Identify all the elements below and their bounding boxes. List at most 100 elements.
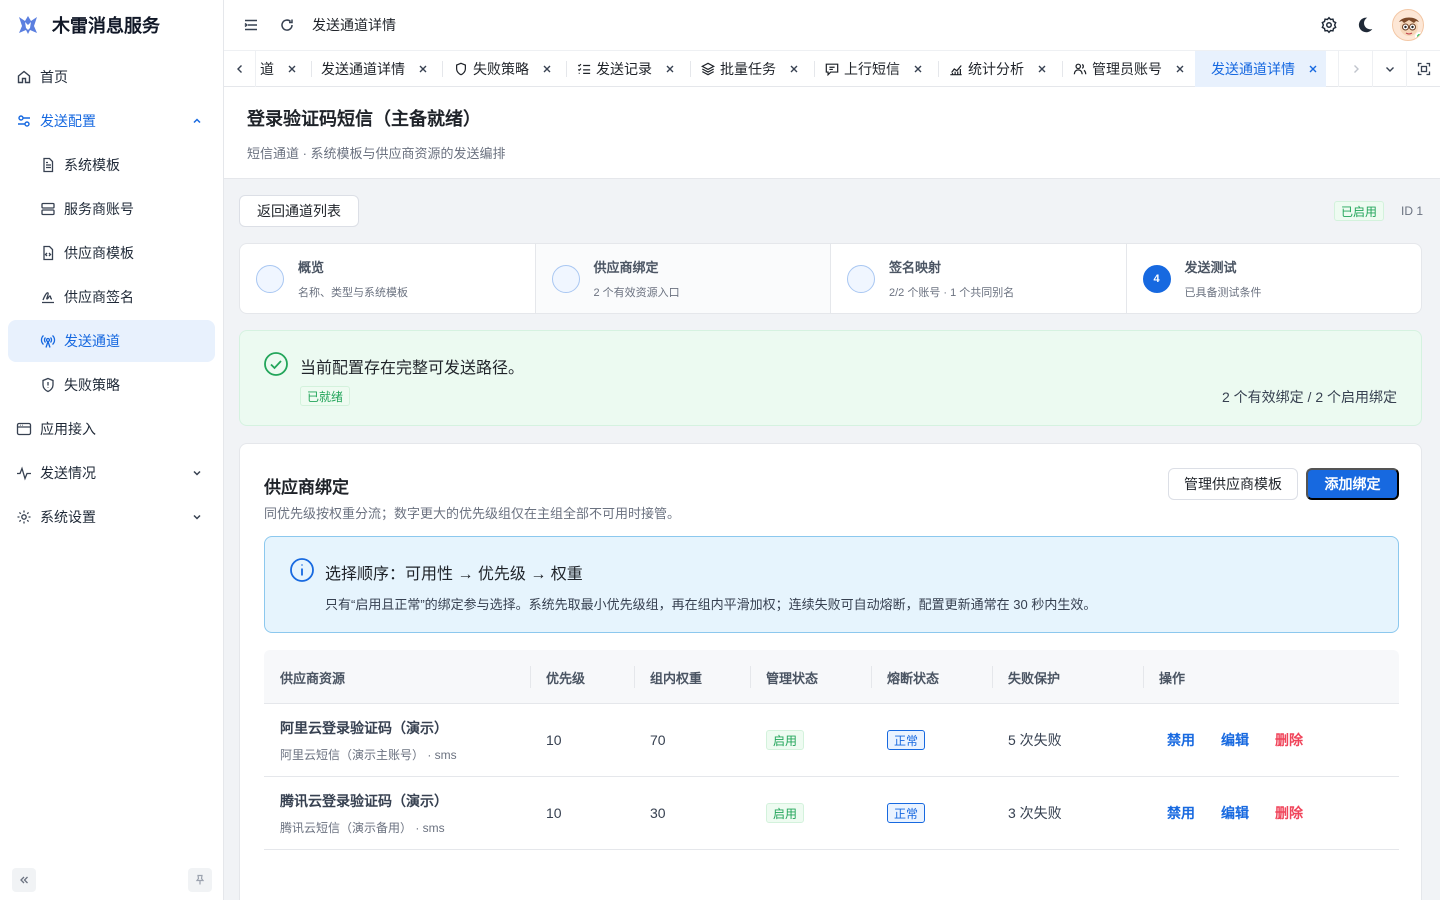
sidebar-item-label: 发送情况 [40,465,96,481]
disable-link[interactable]: 禁用 [1167,803,1195,823]
status-badge: 正常 [887,730,926,750]
tab-statistics[interactable]: 统计分析 [949,51,1047,87]
chevron-up-icon [191,115,203,127]
menu-icon[interactable] [240,14,262,36]
sidebar-item-system-template[interactable]: 系统模板 [8,144,215,186]
tab-send-records[interactable]: 发送记录 [577,51,675,87]
sidebar-item-failure-policy[interactable]: 失败策略 [8,364,215,406]
tab-divider [566,61,567,77]
column-divider [1143,666,1144,688]
tab-scroll-right-button[interactable] [1338,51,1372,87]
tab-menu-button[interactable] [1372,51,1406,87]
tab-divider [814,61,815,77]
double-chevron-left-icon [18,874,30,886]
resource-sub: 阿里云短信（演示主账号） · sms [280,747,457,762]
file-code-icon [40,245,56,261]
step-title: 签名映射 [889,260,942,275]
sidebar-item-provider-template[interactable]: 供应商模板 [8,232,215,274]
close-icon[interactable] [665,64,675,74]
tab-admin-accounts[interactable]: 管理员账号 [1073,51,1185,87]
collapse-sidebar-button[interactable] [12,868,36,892]
sidebar-item-send-config[interactable]: 发送配置 [8,100,215,142]
manage-provider-template-button[interactable]: 管理供应商模板 [1168,468,1298,500]
tab-label: 发送通道详情 [321,61,405,77]
step-desc: 已具备测试条件 [1184,287,1262,299]
shield-icon [40,377,56,393]
close-icon[interactable] [1175,64,1185,74]
shield-icon [454,62,468,76]
tab-inbound-sms[interactable]: 上行短信 [825,51,923,87]
tab-truncated[interactable]: 道 [260,51,297,87]
step-overview-basic[interactable]: 概览 名称、类型与系统模板 [240,244,536,313]
sidebar-item-label: 系统模板 [64,157,120,173]
close-icon[interactable] [542,64,552,74]
edit-link[interactable]: 编辑 [1221,730,1249,750]
sidebar: 木雷消息服务 首页 发送配置 系统模板 服务商账号 供应商模板 供应商签名 发送… [0,0,224,900]
sidebar-item-send-status[interactable]: 发送情况 [8,452,215,494]
step-title: 发送测试 [1184,260,1237,275]
selection-order-info: 选择顺序：可用性 → 优先级 → 权重 只有“启用且正常”的绑定参与选择。系统先… [264,536,1399,633]
fullscreen-button[interactable] [1406,51,1440,87]
sidebar-item-label: 发送配置 [40,113,96,129]
status-badge: 启用 [766,730,805,750]
close-icon[interactable] [789,64,799,74]
activity-icon [16,465,32,481]
avatar[interactable] [1392,9,1424,41]
tab-label: 道 [260,61,274,77]
tab-batch-tasks[interactable]: 批量任务 [701,51,799,87]
add-binding-button[interactable]: 添加绑定 [1306,468,1399,500]
pin-sidebar-button[interactable] [188,868,212,892]
document-icon [40,157,56,173]
edit-link[interactable]: 编辑 [1221,803,1249,823]
section-subtitle: 同优先级按权重分流；数字更大的优先级组仅在主组全部不可用时接管。 [264,506,681,521]
step-overview: 概览 名称、类型与系统模板 供应商绑定 2 个有效资源入口 签名映射 2/2 个账号 … [239,243,1422,314]
back-to-list-button[interactable]: 返回通道列表 [239,195,359,227]
column-header: 组内权重 [650,670,703,686]
step-desc: 名称、类型与系统模板 [298,287,408,299]
tab-divider [690,61,691,77]
dark-mode-icon[interactable] [1356,16,1374,34]
tab-scroll-left-button[interactable] [224,51,256,87]
sidebar-item-label: 应用接入 [40,421,96,437]
step-desc: 2 个有效资源入口 [593,287,680,299]
tab-tools [1338,51,1440,87]
close-icon[interactable] [913,64,923,74]
resource-cell: 阿里云登录验证码（演示） 阿里云短信（演示主账号） · sms [280,704,457,776]
settings-icon[interactable] [1320,16,1338,34]
close-icon[interactable] [418,64,428,74]
page-subtitle: 短信通道 · 系统模板与供应商资源的发送编排 [247,146,506,161]
section-title: 供应商绑定 [264,478,349,497]
sidebar-item-app-access[interactable]: 应用接入 [8,408,215,450]
sidebar-item-provider-account[interactable]: 服务商账号 [8,188,215,230]
ready-message: 当前配置存在完整可发送路径。 [300,360,525,377]
refresh-icon[interactable] [276,14,298,36]
actions-cell: 禁用 编辑 删除 [1167,777,1329,849]
admin-status-cell: 启用 [766,704,805,776]
tab-bar: 道 发送通道详情 失败策略 发送记录 批量任务 上行短信 统计分析 管理员账号 … [224,50,1440,87]
tab-channel-detail[interactable]: 发送通道详情 [321,51,428,87]
delete-link[interactable]: 删除 [1275,803,1303,823]
tab-label: 统计分析 [968,61,1024,77]
tab-channel-detail-active[interactable]: 发送通道详情 [1195,51,1326,87]
sidebar-item-label: 系统设置 [40,509,96,525]
sidebar-item-label: 供应商模板 [64,245,134,261]
binding-table: 供应商资源 优先级 组内权重 管理状态 熔断状态 失败保护 操作 阿里云登录验证… [264,650,1399,850]
sidebar-item-home[interactable]: 首页 [8,56,215,98]
channel-id: ID 1 [1401,204,1424,218]
disable-link[interactable]: 禁用 [1167,730,1195,750]
close-icon[interactable] [1037,64,1047,74]
step-provider-binding[interactable]: 供应商绑定 2 个有效资源入口 [535,244,831,313]
step-indicator [256,264,284,293]
close-icon[interactable] [1308,64,1318,74]
delete-link[interactable]: 删除 [1275,730,1303,750]
close-icon[interactable] [287,64,297,74]
step-signature-mapping[interactable]: 签名映射 2/2 个账号 · 1 个共同别名 [831,244,1127,313]
sidebar-item-provider-signature[interactable]: 供应商签名 [8,276,215,318]
sidebar-item-send-channel[interactable]: 发送通道 [8,320,215,362]
home-icon [16,69,32,85]
layers-icon [701,62,715,76]
sidebar-item-system-settings[interactable]: 系统设置 [8,496,215,538]
tab-failure-policy[interactable]: 失败策略 [454,51,552,87]
brand[interactable]: 木雷消息服务 [0,0,223,50]
step-send-test[interactable]: 4 发送测试 已具备测试条件 [1127,244,1422,313]
